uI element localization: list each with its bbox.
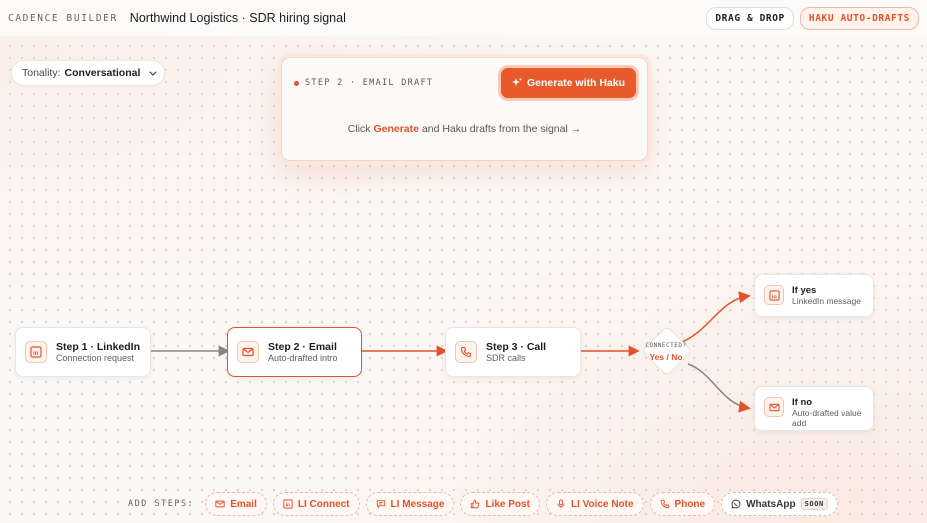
svg-text:in: in <box>285 503 289 509</box>
decision-diamond <box>641 325 693 377</box>
tonality-value: Conversational <box>64 67 141 79</box>
phone-icon <box>660 499 670 509</box>
add-phone-step-button[interactable]: Phone <box>649 492 716 516</box>
linkedin-icon: in <box>764 285 784 305</box>
mail-icon <box>237 341 259 363</box>
linkedin-icon: in <box>283 499 293 509</box>
branch-node-no[interactable]: If no Auto-drafted value add <box>754 386 874 431</box>
draft-hint-text: Click Generate and Haku drafts from the … <box>347 123 582 135</box>
email-draft-panel: STEP 2 · EMAIL DRAFT Generate with Haku … <box>278 54 651 164</box>
step-subtitle: Auto-drafted intro <box>268 352 338 363</box>
phone-icon <box>455 341 477 363</box>
haku-auto-drafts-mode-button[interactable]: HAKU AUTO-DRAFTS <box>799 6 919 30</box>
add-steps-label: ADD STEPS: <box>128 499 195 509</box>
draft-step-label: STEP 2 · EMAIL DRAFT <box>294 78 433 88</box>
generate-link[interactable]: Generate <box>373 123 419 135</box>
branch-title: If yes <box>792 285 817 296</box>
svg-text:in: in <box>771 294 777 300</box>
brand-label: CADENCE BUILDER <box>8 12 118 24</box>
microphone-icon <box>556 499 566 509</box>
tonality-label: Tonality: <box>22 67 61 79</box>
step-node-linkedin[interactable]: in Step 1 · LinkedIn Connection request <box>15 327 151 377</box>
step-subtitle: Connection request <box>56 352 135 363</box>
step-node-email[interactable]: Step 2 · Email Auto-drafted intro <box>227 327 362 377</box>
chevron-down-icon <box>149 68 157 76</box>
add-li-message-step-button[interactable]: LI Message <box>365 492 455 516</box>
add-li-connect-step-button[interactable]: in LI Connect <box>272 492 360 516</box>
edge-decision-yes <box>681 291 751 343</box>
sparkle-icon <box>511 78 522 88</box>
add-steps-bar: ADD STEPS: Email in LI Connect LI Messag… <box>128 491 838 517</box>
connected-decision-node[interactable]: CONNECTED? Yes / No <box>641 325 693 377</box>
thumbs-up-icon <box>470 499 480 509</box>
generate-with-haku-button[interactable]: Generate with Haku <box>500 68 636 98</box>
add-email-step-button[interactable]: Email <box>205 492 267 516</box>
whatsapp-icon <box>731 499 741 509</box>
mail-icon <box>764 397 784 417</box>
branch-title: If no <box>792 397 813 408</box>
decision-value: Yes / No <box>649 352 683 362</box>
decision-label: CONNECTED? <box>645 342 687 349</box>
linkedin-icon: in <box>25 341 47 363</box>
soon-badge: SOON <box>800 498 828 510</box>
status-dot-icon <box>294 80 299 86</box>
message-icon <box>376 499 386 509</box>
drag-drop-mode-button[interactable]: DRAG & DROP <box>706 6 794 30</box>
branch-node-yes[interactable]: in If yes LinkedIn message <box>754 274 874 317</box>
branch-subtitle: LinkedIn message <box>792 296 861 306</box>
step-subtitle: SDR calls <box>486 352 526 363</box>
add-whatsapp-step-button: WhatsApp SOON <box>721 492 838 516</box>
step-node-call[interactable]: Step 3 · Call SDR calls <box>445 327 581 377</box>
branch-subtitle: Auto-drafted value add <box>792 408 862 428</box>
svg-text:in: in <box>33 351 39 357</box>
tonality-select[interactable]: Tonality: Conversational <box>11 60 166 86</box>
step-title: Step 2 · Email <box>268 340 337 353</box>
add-li-voice-note-step-button[interactable]: LI Voice Note <box>545 492 644 516</box>
top-bar: CADENCE BUILDER Northwind Logistics · SD… <box>0 0 927 36</box>
edge-decision-no <box>687 363 751 413</box>
step-title: Step 1 · LinkedIn <box>56 340 141 353</box>
add-like-post-step-button[interactable]: Like Post <box>460 492 540 516</box>
mail-icon <box>215 499 225 509</box>
page-title: Northwind Logistics · SDR hiring signal <box>129 11 346 25</box>
step-title: Step 3 · Call <box>486 340 547 353</box>
